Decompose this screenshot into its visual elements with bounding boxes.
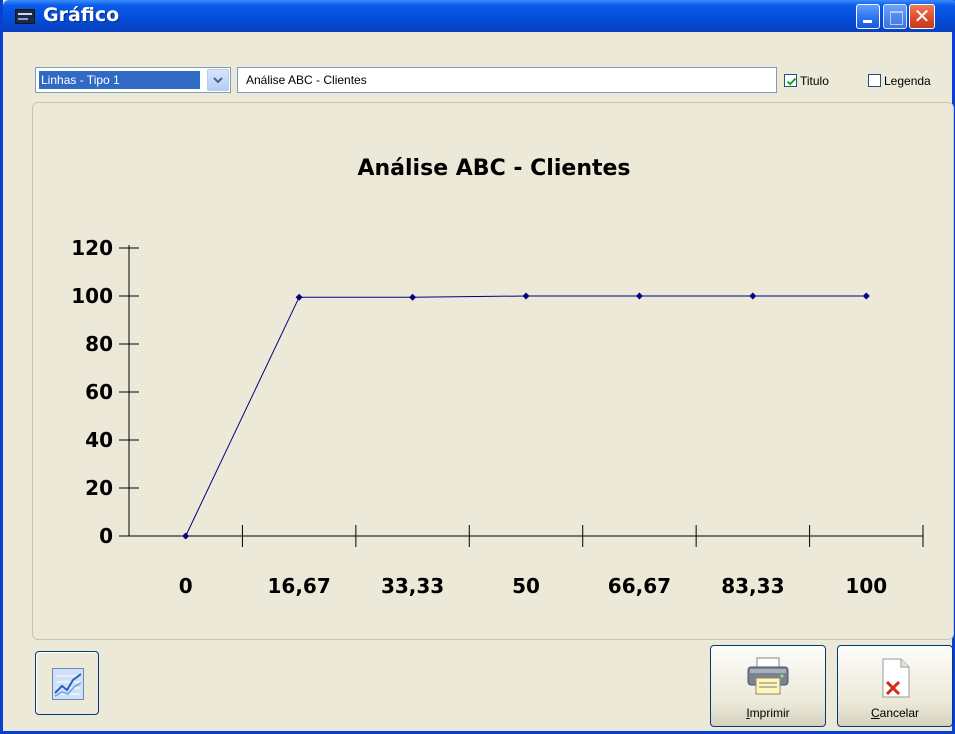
minimize-button[interactable]: [856, 4, 880, 29]
print-button[interactable]: Imprimir: [710, 645, 826, 727]
x-tick-label: 16,67: [268, 574, 331, 598]
window-title: Gráfico: [43, 4, 120, 26]
y-tick-label: 0: [99, 524, 113, 548]
data-point: [635, 292, 643, 300]
maximize-button[interactable]: [883, 4, 907, 29]
legenda-checkbox-label: Legenda: [884, 74, 931, 88]
data-point: [295, 293, 303, 301]
y-tick-label: 80: [85, 332, 113, 356]
chart-type-dropdown-button[interactable]: [207, 69, 229, 91]
x-tick-label: 0: [179, 574, 193, 598]
chart-title-input[interactable]: Análise ABC - Clientes: [237, 67, 777, 93]
x-tick-label: 66,67: [608, 574, 671, 598]
y-tick-label: 20: [85, 476, 113, 500]
x-tick-label: 50: [512, 574, 540, 598]
data-point: [522, 292, 530, 300]
title-bar[interactable]: Gráfico ✕: [3, 0, 955, 32]
y-tick-label: 100: [71, 284, 113, 308]
data-point: [182, 532, 190, 540]
y-tick-label: 40: [85, 428, 113, 452]
chevron-down-icon: [213, 77, 223, 84]
cancel-document-icon: [882, 658, 910, 698]
chart-type-selected-value: Linhas - Tipo 1: [38, 70, 201, 90]
data-point: [409, 293, 417, 301]
chart-title: Análise ABC - Clientes: [357, 156, 630, 181]
chart-panel: Análise ABC - Clientes 0 20 40 60 80 100 120 0 16…: [32, 102, 954, 640]
cancel-button[interactable]: Cancelar: [837, 645, 953, 727]
legenda-checkbox-box[interactable]: [868, 74, 881, 87]
app-icon: [15, 9, 35, 24]
close-icon: ✕: [913, 4, 931, 28]
chart-type-select[interactable]: Linhas - Tipo 1: [35, 67, 231, 93]
titulo-checkbox-box[interactable]: [784, 74, 797, 87]
titulo-checkbox-label: Titulo: [800, 74, 829, 88]
line-chart: Análise ABC - Clientes 0 20 40 60 80 100 120 0 16…: [71, 156, 924, 598]
series-line: [185, 295, 867, 537]
x-tick-label: 33,33: [381, 574, 444, 598]
line-chart-icon: [52, 668, 84, 700]
chart-view-button[interactable]: [35, 651, 99, 715]
print-button-label: Imprimir: [746, 706, 790, 720]
main-window: Gráfico ✕ Linhas - Tipo 1 Análise ABC - …: [0, 0, 955, 734]
data-point: [862, 292, 870, 300]
x-tick-label: 100: [845, 574, 887, 598]
checkmark-icon: [786, 77, 797, 86]
data-point: [749, 292, 757, 300]
x-tick-label: 83,33: [721, 574, 784, 598]
y-tick-label: 120: [71, 236, 113, 260]
printer-icon: [747, 657, 789, 695]
y-tick-label: 60: [85, 380, 113, 404]
close-button[interactable]: ✕: [909, 4, 935, 29]
cancel-button-label: Cancelar: [870, 706, 920, 720]
